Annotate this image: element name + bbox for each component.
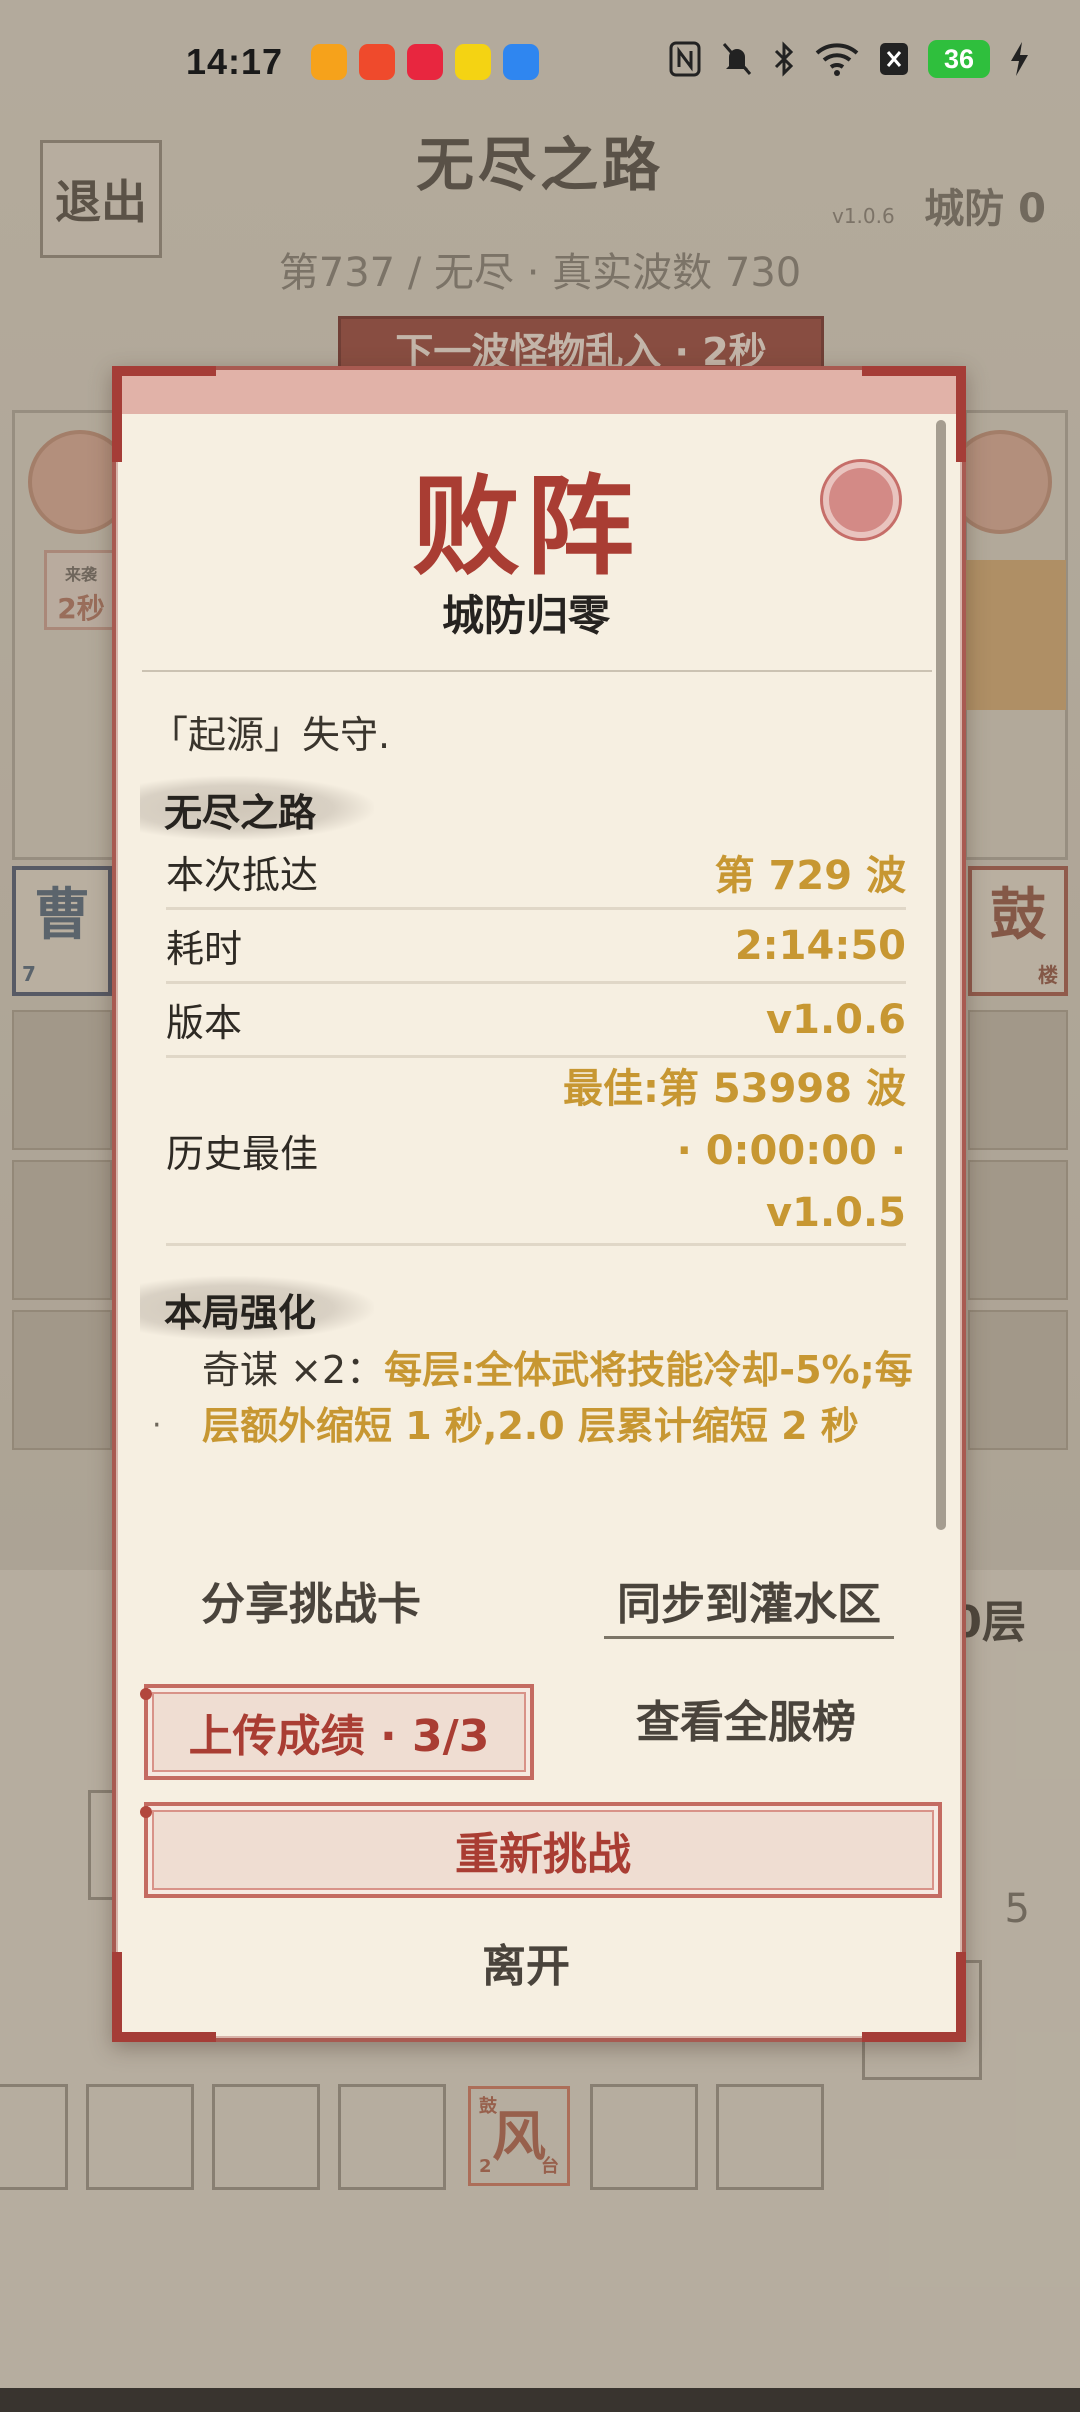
origin-lost-text: 「起源」失守. <box>150 713 391 757</box>
buff-entry: · 奇谋 ×2：每层:全体武将技能冷却-5%;每层额外缩短 1 秒,2.0 层累… <box>152 1342 922 1454</box>
section-buffs-heading: 本局强化 <box>140 1276 374 1340</box>
stat-value: 第 729 波 <box>714 852 906 899</box>
upload-score-button[interactable]: 上传成绩 · 3/3 <box>144 1684 534 1780</box>
divider <box>142 670 932 672</box>
button-pin <box>140 1806 152 1818</box>
stat-value: 2:14:50 <box>734 922 906 969</box>
mute-icon <box>722 43 752 75</box>
stat-label: 历史最佳 <box>166 1132 319 1176</box>
close-button[interactable] <box>823 462 899 538</box>
dialog-top-band <box>116 370 962 414</box>
stat-label: 版本 <box>166 1001 243 1045</box>
qq-app-icon <box>455 44 492 80</box>
section-endless-heading: 无尽之路 <box>140 776 374 840</box>
stat-row-best: 历史最佳 最佳:第 53998 波 · 0:00:00 · v1.0.5 <box>166 1058 906 1246</box>
browser-app-icon <box>503 44 540 80</box>
stat-row-time: 耗时 2:14:50 <box>166 910 906 984</box>
stat-label: 耗时 <box>166 927 243 971</box>
video-app-icon <box>311 44 348 80</box>
leave-button[interactable]: 离开 <box>116 1930 936 1994</box>
retry-button[interactable]: 重新挑战 <box>144 1802 942 1898</box>
share-challenge-button[interactable]: 分享挑战卡 <box>176 1568 446 1632</box>
bluetooth-icon <box>774 41 794 77</box>
leaderboard-button[interactable]: 查看全服榜 <box>596 1686 896 1750</box>
dialog-scrollbar[interactable] <box>936 420 946 1530</box>
stat-value: 最佳:第 53998 波 · 0:00:00 · v1.0.5 <box>562 1065 906 1236</box>
sim-off-icon <box>880 43 908 75</box>
scrollbar-thumb[interactable] <box>936 420 946 1530</box>
stat-label: 本次抵达 <box>166 853 319 897</box>
notification-icons <box>311 44 540 80</box>
nfc-icon <box>669 41 701 77</box>
clock: 14:17 <box>186 41 284 82</box>
stat-value: v1.0.6 <box>766 996 906 1043</box>
system-icons: 36 <box>668 40 1030 78</box>
sync-forum-link[interactable]: 同步到灌水区 <box>604 1568 894 1639</box>
bullet: · <box>152 1408 162 1443</box>
stat-row-version: 版本 v1.0.6 <box>166 984 906 1058</box>
stat-row-reached: 本次抵达 第 729 波 <box>166 836 906 910</box>
taobao-app-icon <box>359 44 396 80</box>
status-bar: 14:17 36 <box>0 0 1080 124</box>
wifi-icon <box>815 43 859 76</box>
charging-icon <box>1011 42 1028 76</box>
dialog-subtitle: 城防归零 <box>441 591 610 640</box>
dialog-title: 败阵 <box>411 464 640 590</box>
buff-name: 奇谋 ×2： <box>202 1348 385 1392</box>
button-pin <box>140 1688 152 1700</box>
defeat-dialog: 败阵 城防归零 「起源」失守. 无尽之路 本次抵达 第 729 波 耗时 2:1… <box>112 366 966 2042</box>
music-app-icon <box>407 44 444 80</box>
battery-level: 36 <box>928 40 990 78</box>
